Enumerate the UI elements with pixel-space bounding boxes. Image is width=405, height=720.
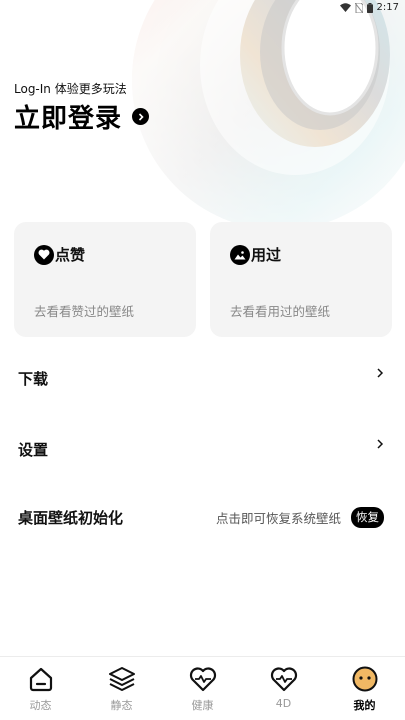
used-card[interactable]: 用过 去看看用过的壁纸: [210, 222, 392, 337]
image-icon: [230, 244, 250, 265]
wifi-icon: [339, 3, 351, 12]
card-title: 用过: [251, 246, 282, 264]
menu-label-reset: 桌面壁纸初始化: [18, 508, 124, 527]
decorative-ring-art: [132, 0, 405, 230]
liked-card[interactable]: 点赞 去看看赞过的壁纸: [14, 222, 196, 337]
battery-icon: [366, 2, 373, 13]
chevron-right-icon: [377, 368, 384, 378]
status-icons: 2:17: [339, 2, 399, 13]
tab-mine[interactable]: 我的: [324, 657, 405, 720]
menu-item-settings[interactable]: 设置: [18, 434, 384, 464]
restore-group: 点击即可恢复系统壁纸 恢复: [215, 506, 384, 528]
no-sim-icon: [354, 2, 363, 13]
tab-label: 健康: [191, 699, 214, 712]
restore-button[interactable]: 恢复: [351, 506, 384, 528]
menu-item-download[interactable]: 下载: [18, 363, 384, 393]
status-time: 2:17: [376, 2, 399, 13]
card-header: 用过: [230, 244, 281, 265]
tab-label: 静态: [110, 699, 133, 712]
menu-label-settings: 设置: [18, 440, 49, 459]
tab-label: 动态: [29, 699, 52, 712]
tab-label: 我的: [353, 699, 376, 712]
heart-pulse-icon: [189, 665, 217, 693]
tab-static[interactable]: 静态: [81, 657, 162, 720]
card-description: 去看看用过的壁纸: [230, 304, 331, 319]
tab-label: 4D: [275, 697, 292, 710]
tab-dynamic[interactable]: 动态: [0, 657, 81, 720]
status-bar: 2:17: [0, 0, 405, 18]
card-description: 去看看赞过的壁纸: [34, 304, 135, 319]
card-header: 点赞: [34, 244, 85, 265]
restore-hint: 点击即可恢复系统壁纸: [215, 510, 341, 526]
login-button[interactable]: 立即登录: [14, 98, 150, 135]
tab-4d[interactable]: 4D: [243, 657, 324, 720]
menu-item-reset-wallpaper: 桌面壁纸初始化 点击即可恢复系统壁纸 恢复: [18, 502, 384, 532]
heart-pulse-icon: [270, 665, 298, 693]
login-title: 立即登录: [14, 104, 123, 134]
bottom-tab-bar: 动态 静态 健康 4D 我的: [0, 656, 405, 720]
chevron-right-circle-icon: [132, 108, 150, 125]
quick-cards: 点赞 去看看赞过的壁纸 用过 去看看用过的壁纸: [14, 222, 392, 337]
heart-icon: [34, 244, 54, 265]
menu-label-download: 下载: [18, 369, 49, 388]
chevron-right-icon: [377, 439, 384, 449]
home-icon: [27, 665, 55, 693]
layers-icon: [108, 665, 136, 693]
login-subtitle: Log-In 体验更多玩法: [14, 82, 127, 96]
tab-health[interactable]: 健康: [162, 657, 243, 720]
card-title: 点赞: [55, 246, 86, 264]
smiley-face-icon: [351, 665, 379, 693]
